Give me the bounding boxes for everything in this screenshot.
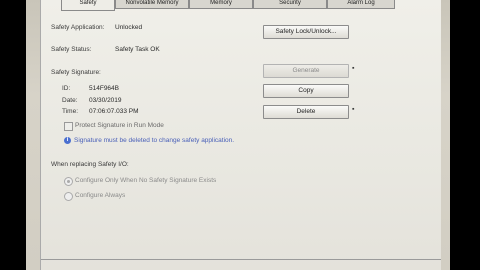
delete-button[interactable]: Delete	[263, 105, 349, 119]
tab-safety[interactable]: Safety	[61, 0, 115, 11]
info-message: Signature must be deleted to change safe…	[74, 137, 235, 144]
safety-application-value: Unlocked	[115, 24, 143, 31]
tab-security[interactable]: Security	[253, 0, 327, 9]
configure-always-label: Configure Always	[75, 192, 126, 199]
configure-only-radio[interactable]	[64, 177, 73, 186]
tab-nonvolatile-memory[interactable]: Nonvolatile Memory	[115, 0, 189, 9]
safety-status-label: Safety Status:	[51, 46, 92, 53]
signature-time-label: Time:	[62, 108, 79, 115]
safety-signature-label: Safety Signature:	[51, 69, 101, 76]
tab-strip: Safety Nonvolatile Memory Memory Securit…	[61, 0, 395, 11]
protect-signature-checkbox[interactable]	[64, 122, 73, 131]
tab-alarm-log[interactable]: Alarm Log	[327, 0, 395, 9]
generate-marker: ▪	[352, 65, 355, 72]
configure-always-radio[interactable]	[64, 192, 73, 201]
signature-time-value: 07:06:07.033 PM	[89, 108, 139, 115]
signature-id-label: ID:	[62, 85, 71, 92]
protect-signature-label: Protect Signature in Run Mode	[75, 122, 164, 129]
generate-button[interactable]: Generate	[263, 64, 349, 78]
delete-marker: ▪	[352, 106, 355, 113]
safety-lock-unlock-button[interactable]: Safety Lock/Unlock...	[263, 25, 349, 39]
controller-properties-dialog: Safety Nonvolatile Memory Memory Securit…	[40, 0, 441, 270]
info-icon: i	[64, 137, 71, 144]
signature-id-value: 514F964B	[89, 85, 119, 92]
signature-date-value: 03/30/2019	[89, 97, 122, 104]
safety-status-value: Safety Task OK	[115, 46, 160, 53]
dialog-bottom-border	[41, 259, 441, 260]
screen-photo: Safety Nonvolatile Memory Memory Securit…	[26, 0, 450, 270]
tab-memory[interactable]: Memory	[189, 0, 253, 9]
replacing-safety-io-label: When replacing Safety I/O:	[51, 161, 129, 168]
signature-date-label: Date:	[62, 97, 78, 104]
copy-button[interactable]: Copy	[263, 84, 349, 98]
safety-application-label: Safety Application:	[51, 24, 105, 31]
configure-only-label: Configure Only When No Safety Signature …	[75, 177, 217, 184]
